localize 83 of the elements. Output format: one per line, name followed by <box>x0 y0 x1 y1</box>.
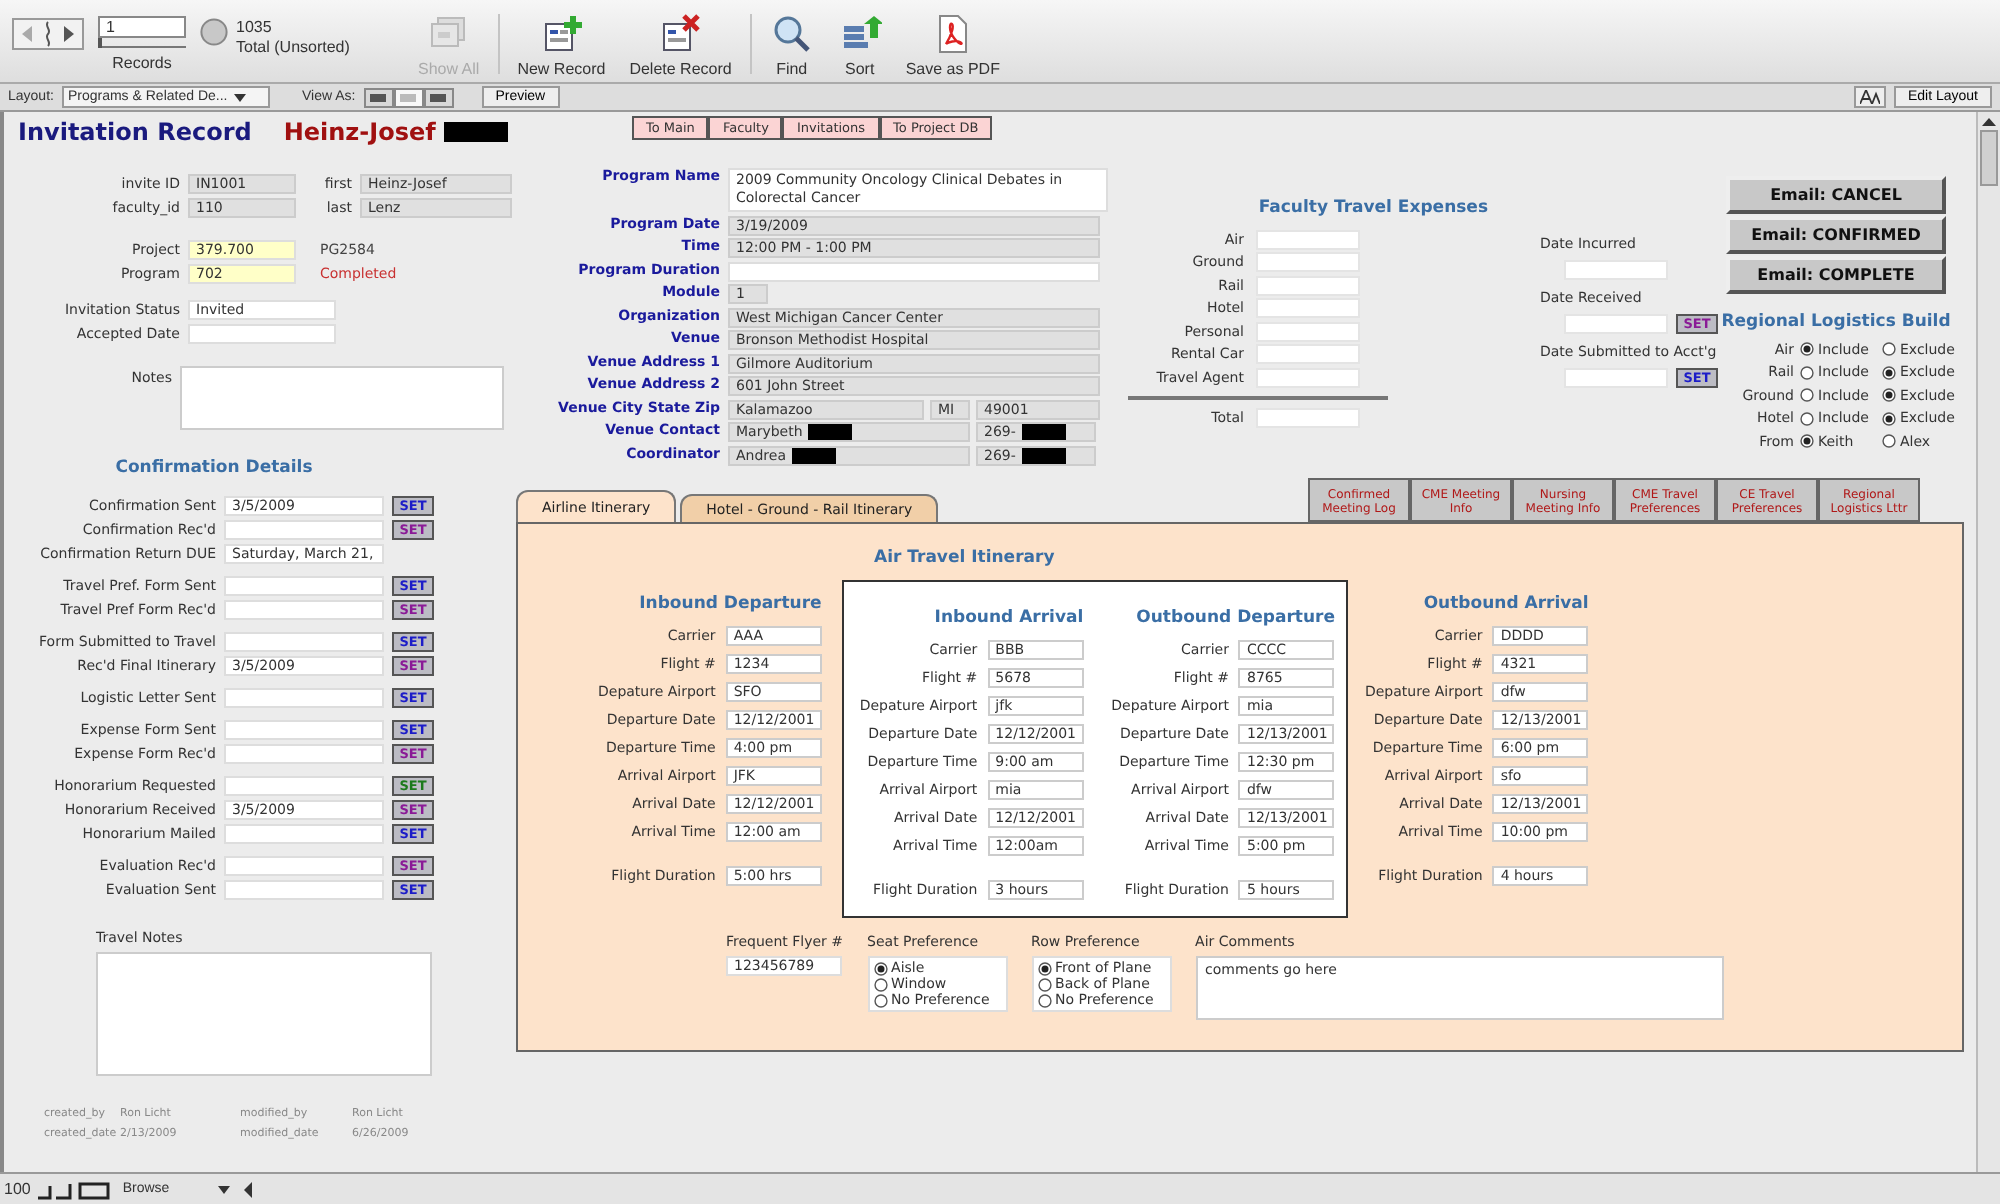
radio-button[interactable] <box>1882 388 1896 403</box>
zoom-level[interactable]: 100 <box>4 1180 31 1198</box>
radio-button[interactable] <box>1037 993 1052 1007</box>
radio-button[interactable] <box>1882 434 1896 449</box>
view-mode-button[interactable] <box>423 87 454 107</box>
date-field[interactable] <box>224 856 384 876</box>
amount-field[interactable] <box>1256 321 1360 342</box>
view-mode-button[interactable] <box>363 87 394 107</box>
section-heading: Faculty Travel Expenses <box>1256 198 1490 218</box>
date-field[interactable] <box>224 576 384 596</box>
leg-heading: Outbound Departure <box>1134 606 1335 628</box>
radio-button[interactable] <box>1882 342 1896 357</box>
text-size-button[interactable] <box>1853 86 1886 108</box>
caret-icon <box>218 1185 231 1193</box>
radio-button[interactable] <box>873 977 888 991</box>
record-slider[interactable] <box>98 40 186 48</box>
date-field[interactable] <box>224 776 384 796</box>
date-field[interactable] <box>224 720 384 740</box>
circle-icon <box>200 18 228 46</box>
date-field[interactable] <box>1564 368 1668 388</box>
left-arrow-icon[interactable] <box>240 1179 257 1199</box>
leg-heading: Inbound Arrival <box>932 606 1084 628</box>
letters-icon <box>1859 90 1880 104</box>
scroll-thumb[interactable] <box>1980 130 1998 186</box>
leg-heading: Outbound Arrival <box>1421 592 1589 614</box>
text-field[interactable] <box>728 261 1100 281</box>
section-heading: Confirmation Details <box>113 458 315 478</box>
toolbar-button[interactable]: Delete Record <box>623 6 738 82</box>
travel-notes-field[interactable] <box>96 952 432 1076</box>
faculty-name: Heinz-Josef <box>283 118 436 146</box>
view-controls-icon[interactable] <box>36 1179 113 1199</box>
view-mode-button[interactable] <box>393 87 424 107</box>
search-icon <box>769 14 814 54</box>
radio-button[interactable] <box>1800 342 1814 357</box>
date-field[interactable] <box>224 880 384 900</box>
radio-button[interactable] <box>1037 961 1052 975</box>
date-field[interactable] <box>224 744 384 764</box>
radio-button[interactable] <box>1800 365 1814 380</box>
found-count: 1035 <box>236 18 274 38</box>
record-title: Invitation Record <box>18 118 252 146</box>
email-button[interactable]: Email: CONFIRMED <box>1726 216 1946 254</box>
date-field[interactable] <box>1564 260 1668 280</box>
email-button[interactable]: Email: COMPLETE <box>1726 256 1946 294</box>
scrollbar[interactable] <box>1976 112 2000 1172</box>
document-x-icon <box>658 14 703 54</box>
notes-field[interactable] <box>180 366 504 430</box>
leg-heading: Inbound Departure <box>637 592 822 614</box>
amount-field[interactable] <box>1256 344 1360 365</box>
section-heading: Air Travel Itinerary <box>874 548 1057 568</box>
amount-field[interactable] <box>1256 252 1360 273</box>
date-field[interactable] <box>1564 314 1668 334</box>
total-label: Total (Unsorted) <box>236 38 350 58</box>
email-button[interactable]: Email: CANCEL <box>1726 176 1946 214</box>
amount-field[interactable] <box>1256 275 1360 296</box>
radio-button[interactable] <box>1882 411 1896 426</box>
amount-field[interactable] <box>1256 367 1360 388</box>
amount-field[interactable] <box>1256 298 1360 319</box>
up-arrow-icon[interactable] <box>1982 116 1996 128</box>
records-label: Records <box>112 54 172 72</box>
document-plus-icon <box>539 14 584 54</box>
date-field[interactable] <box>224 600 384 620</box>
date-field[interactable] <box>224 520 384 540</box>
text-field[interactable] <box>188 324 336 344</box>
date-field[interactable] <box>224 688 384 708</box>
toolbar-button[interactable]: Find <box>763 6 820 82</box>
radio-button[interactable] <box>1882 365 1896 380</box>
radio-button[interactable] <box>1800 434 1814 449</box>
section-heading: Regional Logistics Build <box>1721 312 1951 332</box>
radio-button[interactable] <box>1800 388 1814 403</box>
date-field[interactable] <box>224 824 384 844</box>
toolbar-button[interactable]: Sort <box>831 6 888 82</box>
radio-button[interactable] <box>873 961 888 975</box>
total-field[interactable] <box>1256 408 1360 429</box>
amount-field[interactable] <box>1256 229 1360 250</box>
radio-button[interactable] <box>1037 977 1052 991</box>
date-field[interactable] <box>224 632 384 652</box>
toolbar-button[interactable]: Save as PDF <box>899 6 1006 82</box>
caret-icon <box>233 93 246 101</box>
radio-button[interactable] <box>873 993 888 1007</box>
radio-button[interactable] <box>1800 411 1814 426</box>
book-navigator-icon[interactable] <box>12 18 84 50</box>
toolbar-button[interactable]: New Record <box>511 6 612 82</box>
record-number-field[interactable]: 1 <box>98 16 186 38</box>
